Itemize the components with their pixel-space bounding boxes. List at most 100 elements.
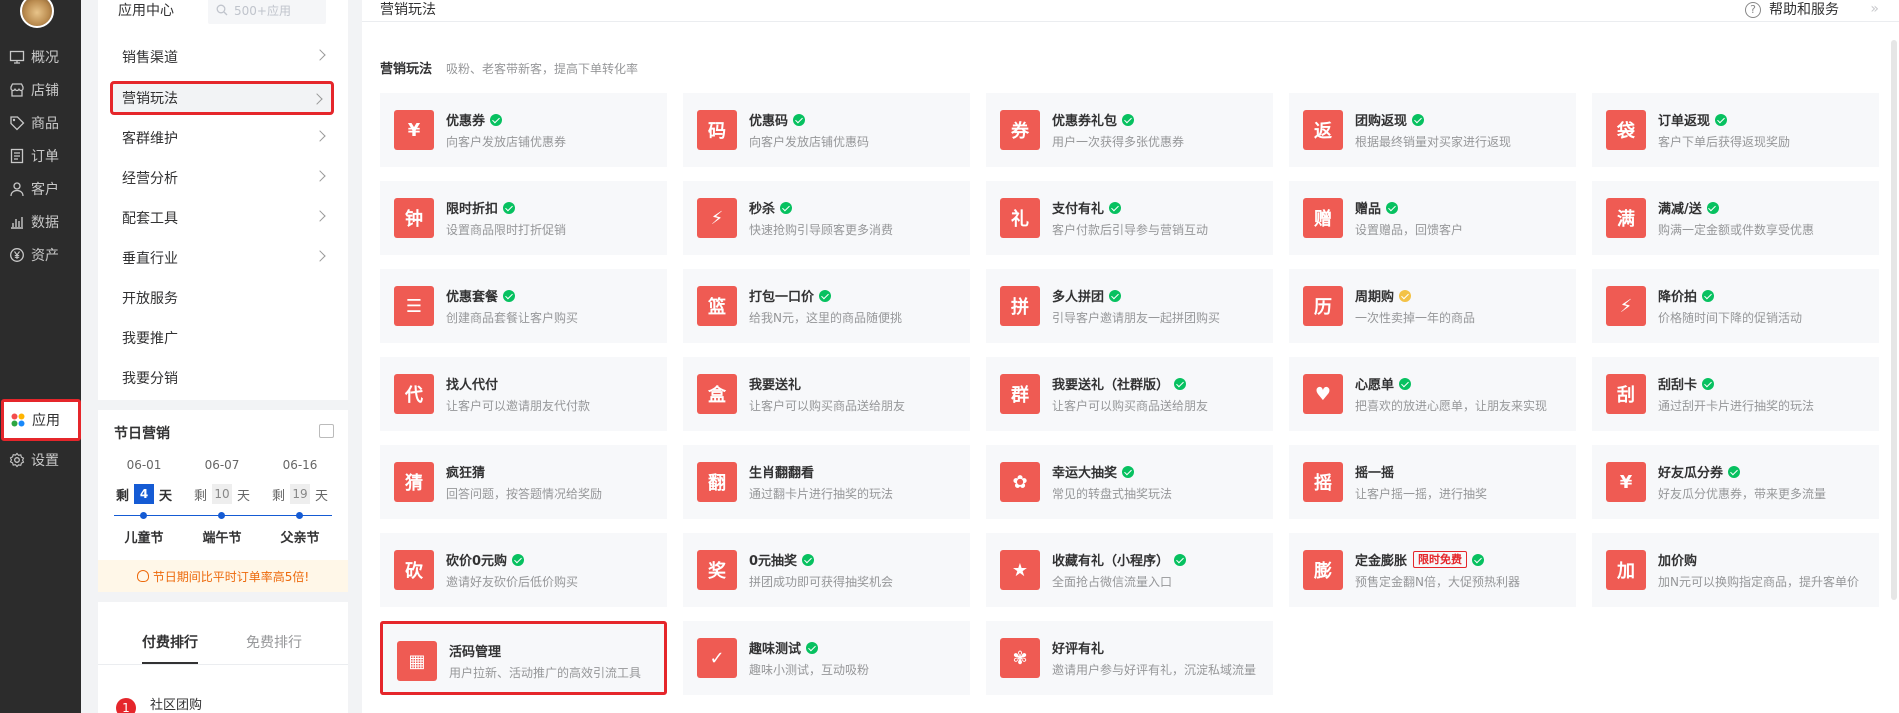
app-card[interactable]: ⚡ 秒杀 快速抢购引导顾客更多消费	[683, 181, 970, 255]
app-card-title: 优惠券礼包	[1052, 110, 1135, 129]
category-open-service[interactable]: 开放服务	[110, 281, 334, 315]
category-distribution[interactable]: 我要分销	[110, 361, 334, 395]
app-icon: 礼	[1000, 198, 1040, 238]
rail-item-apps[interactable]: 应用	[1, 399, 81, 441]
app-card-description: 常见的转盘式抽奖玩法	[1052, 487, 1173, 501]
category-analytics[interactable]: 经营分析	[110, 161, 334, 195]
app-name: 幸运大抽奖	[1052, 466, 1118, 481]
verified-icon	[1122, 113, 1135, 126]
app-card[interactable]: 满满减/送 购满一定金额或件数享受优惠	[1592, 181, 1879, 255]
app-card[interactable]: 刮刮刮卡 通过刮开卡片进行抽奖的玩法	[1592, 357, 1879, 431]
app-card-title: 砍价0元购	[446, 550, 525, 569]
verified-icon	[1706, 201, 1719, 214]
category-marketing[interactable]: 营销玩法	[110, 81, 334, 115]
app-card[interactable]: ☰ 优惠套餐 创建商品套餐让客户购买	[380, 269, 667, 343]
app-card[interactable]: 翻生肖翻翻看 通过翻卡片进行抽奖的玩法	[683, 445, 970, 519]
rail-item-settings[interactable]: 设置	[0, 440, 81, 480]
verified-icon	[780, 201, 793, 214]
app-card[interactable]: 篮打包一口价 给我N元，这里的商品随便挑	[683, 269, 970, 343]
app-card[interactable]: 袋订单返现 客户下单后获得返现奖励	[1592, 93, 1879, 167]
app-card[interactable]: 膨定金膨胀 限时免费 预售定金翻N倍，大促预热利器	[1289, 533, 1576, 607]
app-card[interactable]: ⚡ 降价拍 价格随时间下降的促销活动	[1592, 269, 1879, 343]
app-card[interactable]: 礼支付有礼 客户付款后引导参与营销互动	[986, 181, 1273, 255]
app-card-title: 优惠套餐	[446, 286, 516, 305]
tab-paid-ranking[interactable]: 付费排行	[142, 632, 198, 652]
app-name: 赠品	[1355, 202, 1382, 217]
app-card[interactable]: 群我要送礼（社群版） 让客户可以购买商品送给朋友	[986, 357, 1273, 431]
verified-icon	[1174, 553, 1187, 566]
app-card[interactable]: ▦ 活码管理 用户拉新、活动推广的高效引流工具	[380, 621, 667, 695]
festival-name[interactable]: 端午节	[182, 527, 262, 546]
app-card[interactable]: 券优惠券礼包 用户一次获得多张优惠券	[986, 93, 1273, 167]
app-card[interactable]: ✿ 幸运大抽奖 常见的转盘式抽奖玩法	[986, 445, 1273, 519]
app-icon: ⚡	[697, 198, 737, 238]
app-card[interactable]: 返团购返现 根据最终销量对买家进行返现	[1289, 93, 1576, 167]
app-card[interactable]: ✾ 好评有礼 邀请用户参与好评有礼，沉淀私域流量	[986, 621, 1273, 695]
chevron-right-icon	[314, 170, 326, 182]
app-card-description: 向客户发放店铺优惠券	[446, 135, 567, 149]
festival-countdown: 剩 10 天	[182, 484, 262, 504]
app-card-title: 生肖翻翻看	[749, 462, 814, 481]
app-card-title: 满减/送	[1658, 198, 1719, 217]
app-card[interactable]: 代找人代付 让客户可以邀请朋友代付款	[380, 357, 667, 431]
app-card-title: 周期购	[1355, 286, 1412, 305]
app-card[interactable]: ¥ 好友瓜分券 好友瓜分优惠券，带来更多流量	[1592, 445, 1879, 519]
app-card[interactable]: 奖 0元抽奖 拼团成功即可获得抽奖机会	[683, 533, 970, 607]
verified-icon	[1174, 377, 1187, 390]
rail-item-assets[interactable]: 资产	[0, 235, 81, 275]
app-center-title: 应用中心	[118, 3, 174, 19]
verified-icon	[819, 289, 832, 302]
app-search-input[interactable]: 500+应用	[208, 0, 326, 24]
app-card[interactable]: 赠赠品 设置赠品，回馈客户	[1289, 181, 1576, 255]
app-card[interactable]: ♥ 心愿单 把喜欢的放进心愿单，让朋友来实现	[1289, 357, 1576, 431]
yen-icon	[9, 247, 25, 263]
category-tools[interactable]: 配套工具	[110, 201, 334, 235]
app-card-title: 心愿单	[1355, 374, 1412, 393]
app-card-description: 设置赠品，回馈客户	[1355, 223, 1464, 237]
app-card[interactable]: 钟限时折扣 设置商品限时打折促销	[380, 181, 667, 255]
app-name: 好友瓜分券	[1658, 466, 1724, 481]
main-header: 营销玩法 ? 帮助和服务 »	[362, 0, 1899, 22]
apps-icon	[10, 412, 26, 428]
app-icon: ✓	[697, 638, 737, 678]
app-card[interactable]: 摇摇一摇 让客户摇一摇，进行抽奖	[1289, 445, 1576, 519]
category-sales-channel[interactable]: 销售渠道	[110, 40, 334, 74]
app-card[interactable]: 历周期购 一次性卖掉一年的商品	[1289, 269, 1576, 343]
app-card[interactable]: 盒我要送礼 让客户可以购买商品送给朋友	[683, 357, 970, 431]
app-card[interactable]: 拼多人拼团 引导客户邀请朋友一起拼团购买	[986, 269, 1273, 343]
festival-name[interactable]: 儿童节	[104, 527, 184, 546]
category-label: 开放服务	[122, 291, 178, 307]
ranking-item-name[interactable]: 社区团购	[150, 694, 202, 713]
app-card-description: 用户拉新、活动推广的高效引流工具	[449, 666, 642, 680]
category-customer-care[interactable]: 客群维护	[110, 121, 334, 155]
app-card[interactable]: 码优惠码 向客户发放店铺优惠码	[683, 93, 970, 167]
festival-name[interactable]: 父亲节	[260, 527, 340, 546]
category-label: 客群维护	[122, 131, 178, 147]
app-card[interactable]: ¥ 优惠券 向客户发放店铺优惠券	[380, 93, 667, 167]
app-card-title: 好友瓜分券	[1658, 462, 1741, 481]
category-vertical[interactable]: 垂直行业	[110, 241, 334, 275]
category-promote[interactable]: 我要推广	[110, 321, 334, 355]
main-content: 营销玩法 ? 帮助和服务 » 营销玩法 吸粉、老客带新客，提高下单转化率 ¥ 优惠…	[362, 0, 1899, 713]
app-card[interactable]: 砍砍价0元购 邀请好友砍价后低价购买	[380, 533, 667, 607]
app-name: 趣味测试	[749, 642, 802, 657]
app-card-title: 找人代付	[446, 374, 498, 393]
app-name: 多人拼团	[1052, 290, 1105, 305]
app-card-description: 让客户摇一摇，进行抽奖	[1355, 487, 1488, 501]
app-card[interactable]: ✓ 趣味测试 趣味小测试，互动吸粉	[683, 621, 970, 695]
verified-icon	[802, 553, 815, 566]
app-card-description: 客户付款后引导参与营销互动	[1052, 223, 1209, 237]
shop-avatar[interactable]	[20, 0, 54, 28]
help-and-service-link[interactable]: ? 帮助和服务	[1745, 0, 1839, 20]
calendar-icon[interactable]	[319, 424, 334, 438]
chevron-right-icon	[314, 250, 326, 262]
order-icon	[9, 148, 25, 164]
app-card-description: 价格随时间下降的促销活动	[1658, 311, 1803, 325]
festival-tip: 节日期间比平时订单率高5倍!	[98, 560, 348, 592]
collapse-button[interactable]: »	[1870, 1, 1879, 17]
app-card[interactable]: ★ 收藏有礼（小程序） 全面抢占微信流量入口	[986, 533, 1273, 607]
app-card[interactable]: 猜疯狂猜 回答问题，按答题情况给奖励	[380, 445, 667, 519]
tab-free-ranking[interactable]: 免费排行	[246, 632, 302, 652]
app-name: 疯狂猜	[446, 466, 486, 481]
app-card[interactable]: 加加价购 加N元可以换购指定商品，提升客单价	[1592, 533, 1879, 607]
